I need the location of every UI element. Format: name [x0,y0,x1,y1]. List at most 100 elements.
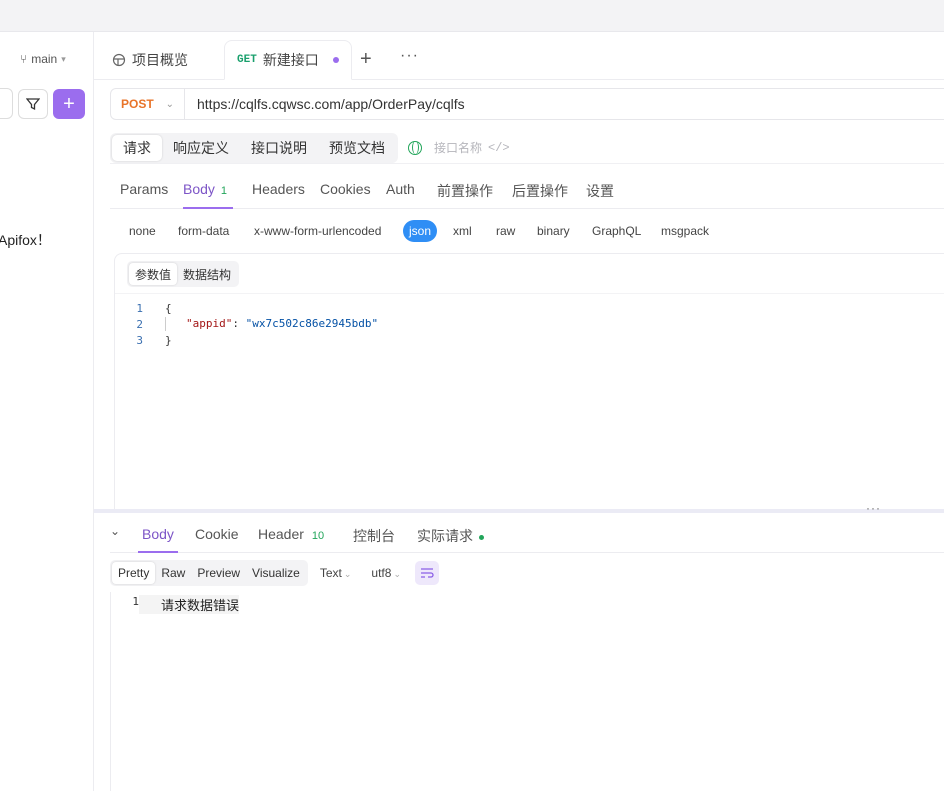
encoding-select[interactable]: utf8 ⌄ [371,566,401,580]
tab-response-body[interactable]: Body [138,526,178,553]
request-tabs: Params Body 1 Headers Cookies Auth 前置操作 后… [110,172,944,209]
tab-response-header[interactable]: Header 10 [258,526,324,553]
line-number: 1 [136,301,143,315]
editor-tabs: 参数值 数据结构 [127,261,240,287]
window-top-strip [0,0,944,32]
tab-response-definition[interactable]: 响应定义 [162,135,240,161]
filter-button[interactable] [18,89,48,119]
doc-tabs: 请求 响应定义 接口说明 预览文档 [110,132,398,163]
new-tab-button[interactable]: + [360,48,372,71]
tab-label: 实际请求 [417,528,473,544]
sidebar-search-input[interactable] [0,88,13,119]
response-text: 请求数据错误 [139,595,240,614]
encoding-value: utf8 [371,566,392,580]
editor-divider [115,293,944,294]
code-line: 1{ [115,300,378,316]
tab-actual-request[interactable]: 实际请求 [417,526,484,553]
method-value: POST [121,97,154,111]
code-text: "appid": "wx7c502c86e2945bdb" [143,317,378,331]
tab-body[interactable]: Body 1 [183,181,234,209]
json-value: "wx7c502c86e2945bdb" [245,317,379,330]
chevron-down-icon: ⌄ [343,569,352,579]
json-colon: : [232,317,246,330]
response-view-bar: Pretty Raw Preview Visualize Text ⌄ utf8 ⌄ [110,560,439,586]
tab-label: Header [258,526,304,542]
tab-params[interactable]: Params [120,181,168,209]
tab-request[interactable]: 请求 [112,134,162,161]
panel-resize-handle[interactable] [94,509,944,513]
body-type-msgpack[interactable]: msgpack [661,220,709,242]
word-wrap-button[interactable] [414,561,439,585]
tab-project-overview[interactable]: 项目概览 [112,40,188,80]
tab-pre-operations[interactable]: 前置操作 [437,181,493,209]
tab-post-operations[interactable]: 后置操作 [512,181,568,209]
tab-label: Body [183,181,215,197]
tab-headers[interactable]: Headers [252,181,305,209]
body-type-urlencoded[interactable]: x-www-form-urlencoded [254,220,381,242]
body-editor[interactable]: 参数值 数据结构 1{ 2 "appid": "wx7c502c86e2945bd… [114,253,944,511]
line-number: 2 [136,317,143,331]
tab-api-description[interactable]: 接口说明 [240,135,318,161]
response-tabs: ⌄ Body Cookie Header 10 控制台 实际请求 [110,517,944,553]
indent-guide [165,317,166,331]
format-select[interactable]: Text ⌄ [320,566,352,580]
more-dots-icon[interactable]: ··· [866,501,881,515]
chevron-down-icon: ⌄ [165,98,174,110]
header-count-badge: 10 [311,530,325,542]
branch-name: main [31,52,58,66]
body-count-badge: 1 [220,185,228,197]
format-value: Text [319,566,342,580]
tab-auth[interactable]: Auth [386,181,415,209]
code-icon[interactable]: </> [488,141,510,155]
response-body[interactable]: 1 请求数据错误 [110,592,944,791]
body-type-binary[interactable]: binary [537,220,570,242]
add-button[interactable]: + [53,89,85,119]
tab-console[interactable]: 控制台 [353,526,395,553]
tab-param-values[interactable]: 参数值 [129,263,178,285]
method-select[interactable]: POST ⌄ [111,89,185,119]
more-tabs-button[interactable]: ··· [400,47,419,65]
code-line: 3} [115,332,378,348]
tab-new-endpoint[interactable]: GET 新建接口 [224,40,352,80]
overview-icon [112,53,126,67]
tab-data-schema[interactable]: 数据结构 [177,263,237,285]
globe-icon[interactable] [408,140,422,155]
chevron-down-icon: ⌄ [393,569,401,579]
tab-label: 项目概览 [132,52,188,68]
url-input[interactable]: https://cqlfs.cqwsc.com/app/OrderPay/cql… [185,96,465,112]
plus-icon: + [63,92,75,115]
body-type-json[interactable]: json [403,220,438,242]
code-text: { [165,301,172,315]
json-key: "appid" [186,317,233,330]
unsaved-dot-icon [332,57,339,63]
view-visualize[interactable]: Visualize [246,562,306,584]
body-type-raw[interactable]: raw [496,220,515,242]
view-preview[interactable]: Preview [191,562,246,584]
body-type-graphql[interactable]: GraphQL [592,220,641,242]
branch-selector[interactable]: ⑂ main ▾ [20,52,66,66]
branch-icon: ⑂ [20,52,28,66]
chevron-down-icon: ▾ [61,53,66,64]
body-type-form-data[interactable]: form-data [178,220,229,242]
api-name-input[interactable]: 接口名称 [434,139,482,156]
doc-bar: 请求 响应定义 接口说明 预览文档 接口名称 </> [110,132,944,164]
tab-cookies[interactable]: Cookies [320,181,371,209]
tab-preview-doc[interactable]: 预览文档 [318,135,396,161]
view-raw[interactable]: Raw [155,562,191,584]
code-area[interactable]: 1{ 2 "appid": "wx7c502c86e2945bdb" 3} [115,300,378,348]
filter-icon [26,98,40,111]
sidebar: ⑂ main ▾ + Apifox！ [0,32,94,791]
code-text: } [165,333,172,347]
tab-method: GET [237,54,257,66]
tab-label: 新建接口 [262,52,319,68]
view-pretty[interactable]: Pretty [112,562,156,584]
collapse-chevron-icon[interactable]: ⌄ [110,524,120,538]
status-dot-icon [479,534,484,540]
body-type-none[interactable]: none [129,220,156,242]
wrap-icon [420,568,434,578]
view-mode-tabs: Pretty Raw Preview Visualize [110,560,308,586]
body-type-xml[interactable]: xml [453,220,472,242]
tab-settings[interactable]: 设置 [586,181,614,209]
tab-response-cookie[interactable]: Cookie [195,526,239,553]
main-panel: 项目概览 GET 新建接口 + ··· POST ⌄ https://cqlfs… [94,32,944,791]
